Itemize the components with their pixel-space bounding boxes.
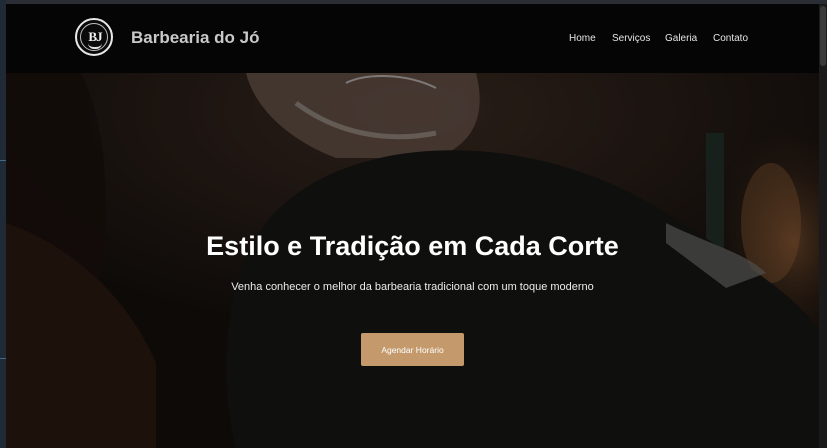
hero-subtitle: Venha conhecer o melhor da barbearia tra… [231, 281, 594, 293]
hero-section: Estilo e Tradição em Cada Corte Venha co… [6, 73, 819, 448]
nav-link-contato[interactable]: Contato [713, 33, 748, 44]
nav-link-home[interactable]: Home [569, 33, 596, 44]
logo-ring: BJ [80, 23, 108, 51]
brand-name[interactable]: Barbearia do Jó [131, 28, 260, 48]
hero-title: Estilo e Tradição em Cada Corte [206, 231, 619, 261]
schedule-button[interactable]: Agendar Horário [361, 333, 464, 366]
page: BJ Barbearia do Jó Home Serviços Galeria… [6, 4, 819, 448]
nav-link-galeria[interactable]: Galeria [665, 33, 697, 44]
mustache-icon [88, 43, 102, 49]
logo[interactable]: BJ [75, 18, 113, 56]
navbar: BJ Barbearia do Jó Home Serviços Galeria… [6, 4, 819, 74]
scrollbar-thumb[interactable] [820, 6, 826, 66]
nav-link-servicos[interactable]: Serviços [612, 33, 650, 44]
scrollbar[interactable] [819, 4, 827, 448]
